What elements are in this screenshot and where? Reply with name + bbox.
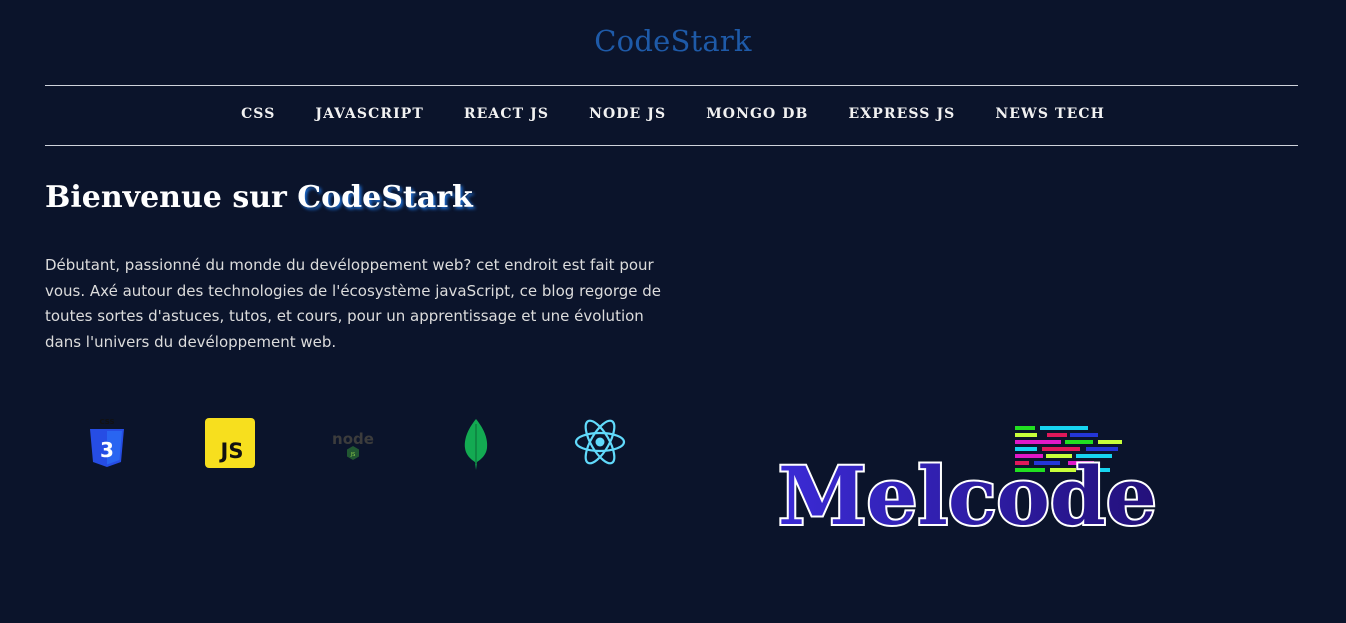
nav-item-css[interactable]: CSS: [241, 106, 275, 122]
nodejs-badge-text: JS: [350, 452, 356, 458]
main-nav: CSS JAVASCRIPT REACT JS NODE JS MONGO DB…: [0, 106, 1346, 122]
nav-item-express-js[interactable]: EXPRESS JS: [848, 106, 955, 122]
nav-item-react-js[interactable]: REACT JS: [464, 106, 549, 122]
header-divider-top: [45, 85, 1298, 86]
nodejs-icon: node JS: [332, 430, 374, 460]
site-title[interactable]: CodeStark: [0, 24, 1346, 58]
javascript-icon-text: JS: [219, 439, 244, 463]
mongodb-leaf-icon: [464, 419, 488, 470]
hero-title-brand: CodeStark: [297, 180, 473, 215]
css3-badge-text: CSS: [99, 418, 114, 426]
header-divider-bottom: [45, 145, 1298, 146]
nav-item-javascript[interactable]: JAVASCRIPT: [315, 106, 424, 122]
nav-item-news-tech[interactable]: NEWS TECH: [995, 106, 1105, 122]
react-atom-icon: [574, 419, 626, 465]
hero-intro-text: Débutant, passionné du monde du devélopp…: [45, 256, 662, 351]
nav-item-node-js[interactable]: NODE JS: [589, 106, 666, 122]
melcode-logo-text: Melcode: [778, 449, 1157, 535]
nodejs-wordmark: node: [332, 430, 374, 448]
css3-number-text: 3: [100, 438, 114, 462]
javascript-icon: JS: [205, 418, 255, 468]
melcode-logo[interactable]: Melcode: [770, 420, 1200, 535]
css3-icon: CSS 3: [90, 418, 124, 467]
nav-item-mongo-db[interactable]: MONGO DB: [706, 106, 808, 122]
hero-title: Bienvenue sur CodeStark: [45, 180, 473, 215]
hero-title-prefix: Bienvenue sur: [45, 180, 298, 215]
